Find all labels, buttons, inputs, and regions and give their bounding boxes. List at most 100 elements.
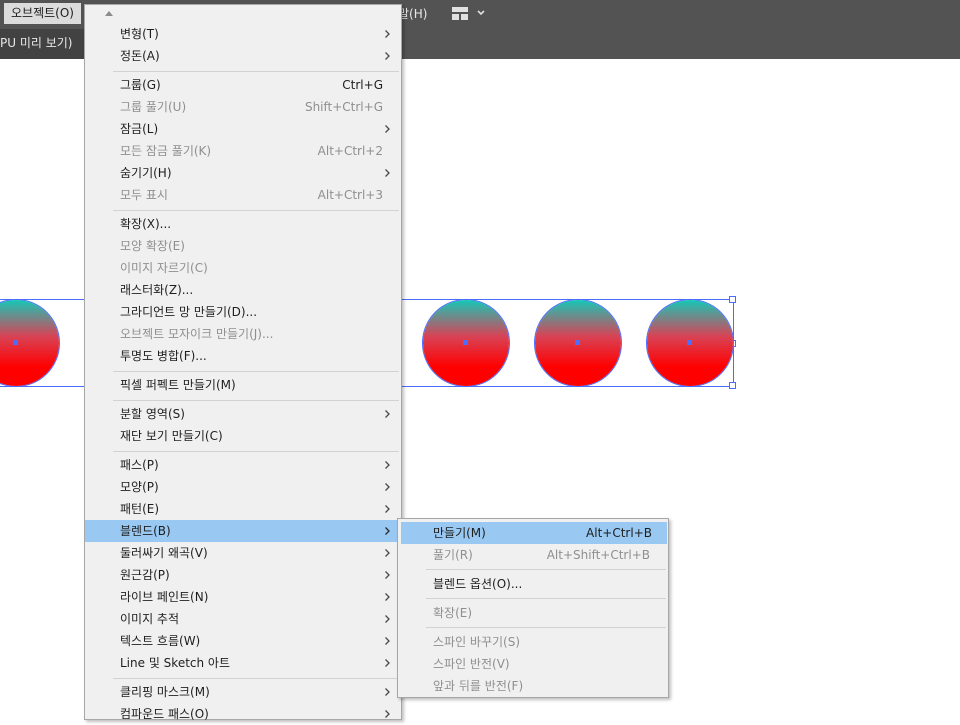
menu-item-label: 이미지 자르기(C) — [120, 261, 208, 275]
submenu-item-shortcut: Alt+Ctrl+B — [586, 526, 652, 540]
submenu-item-label: 스파인 바꾸기(S) — [433, 635, 521, 649]
menu-item-label: 모양 확장(E) — [120, 239, 185, 253]
menu-item[interactable]: 픽셀 퍼펙트 만들기(M) — [85, 374, 401, 396]
selection-handle-top-right[interactable] — [729, 296, 736, 303]
menu-item[interactable]: 원근감(P) — [85, 564, 401, 586]
chevron-right-icon — [385, 505, 390, 513]
submenu-item-shortcut: Alt+Shift+Ctrl+B — [546, 548, 650, 562]
menu-item[interactable]: 재단 보기 만들기(C) — [85, 425, 401, 447]
menu-item[interactable]: 래스터화(Z)... — [85, 279, 401, 301]
menu-help[interactable]: 말(H) — [398, 0, 427, 29]
menu-item[interactable]: 라이브 페인트(N) — [85, 586, 401, 608]
menu-item[interactable]: 패턴(E) — [85, 498, 401, 520]
submenu-separator — [426, 598, 666, 599]
workspace-switcher-button[interactable] — [450, 6, 490, 22]
chevron-down-icon — [477, 10, 485, 16]
menu-item-label: 변형(T) — [120, 27, 159, 41]
submenu-item[interactable]: 만들기(M) Alt+Ctrl+B — [401, 522, 667, 544]
circle-center-point — [687, 340, 692, 345]
chevron-right-icon — [385, 30, 390, 38]
chevron-right-icon — [385, 410, 390, 418]
menu-item-label: 라이브 페인트(N) — [120, 590, 209, 604]
menu-item-label: 오브젝트 모자이크 만들기(J)... — [120, 327, 274, 341]
document-tab[interactable]: PU 미리 보기) — [0, 29, 84, 59]
chevron-right-icon — [385, 593, 390, 601]
menu-item-label: 잠금(L) — [120, 122, 159, 136]
menu-item[interactable]: Line 및 Sketch 아트 — [85, 652, 401, 674]
menu-item-label: Line 및 Sketch 아트 — [120, 656, 231, 670]
menu-item-label: 래스터화(Z)... — [120, 283, 194, 297]
menu-object[interactable]: 오브젝트(O) — [4, 3, 81, 24]
submenu-item[interactable]: 풀기(R) Alt+Shift+Ctrl+B — [398, 544, 668, 566]
circle-center-point — [13, 340, 18, 345]
menu-item-label: 블렌드(B) — [120, 524, 171, 538]
menu-item[interactable]: 모두 표시 Alt+Ctrl+3 — [85, 184, 401, 206]
menu-item[interactable]: 블렌드(B) — [85, 520, 401, 542]
menu-item-label: 숨기기(H) — [120, 166, 172, 180]
chevron-right-icon — [385, 527, 390, 535]
menu-item-label: 컴파운드 패스(O) — [120, 707, 209, 721]
chevron-right-icon — [385, 659, 390, 667]
grid-layout-icon — [452, 7, 468, 20]
menu-item[interactable]: 분할 영역(S) — [85, 403, 401, 425]
submenu-item[interactable]: 확장(E) — [398, 602, 668, 624]
gradient-circle[interactable] — [647, 300, 733, 386]
menu-item[interactable]: 확장(X)... — [85, 213, 401, 235]
menu-item-label: 이미지 추적 — [120, 612, 180, 626]
menu-item[interactable]: 클리핑 마스크(M) — [85, 681, 401, 703]
menu-item-label: 그룹 풀기(U) — [120, 100, 187, 114]
menu-item-label: 확장(X)... — [120, 217, 172, 231]
selection-handle-bottom-right[interactable] — [729, 382, 736, 389]
menu-item[interactable]: 투명도 병합(F)... — [85, 345, 401, 367]
menu-item[interactable]: 모양(P) — [85, 476, 401, 498]
menu-item[interactable]: 그룹(G) Ctrl+G — [85, 74, 401, 96]
submenu-item[interactable]: 스파인 반전(V) — [398, 653, 668, 675]
menu-item[interactable]: 모양 확장(E) — [85, 235, 401, 257]
menu-item[interactable]: 정돈(A) — [85, 45, 401, 67]
menu-item[interactable]: 잠금(L) — [85, 118, 401, 140]
submenu-item[interactable]: 블렌드 옵션(O)... — [398, 573, 668, 595]
menu-item-label: 분할 영역(S) — [120, 407, 185, 421]
menu-item-shortcut: Alt+Ctrl+2 — [317, 144, 383, 158]
submenu-item-label: 스파인 반전(V) — [433, 657, 510, 671]
chevron-right-icon — [385, 461, 390, 469]
menu-item-label: 텍스트 흐름(W) — [120, 634, 201, 648]
submenu-item-label: 앞과 뒤를 반전(F) — [433, 679, 524, 693]
submenu-item-label: 블렌드 옵션(O)... — [433, 577, 523, 591]
chevron-right-icon — [385, 615, 390, 623]
scroll-up-arrow-icon[interactable] — [105, 11, 113, 16]
object-menu-dropdown: 변형(T) 정돈(A) 그룹(G) Ctrl+G 그룹 풀기(U) Shift+Ctrl+… — [84, 4, 402, 721]
menu-separator — [113, 400, 399, 401]
circle-center-point — [575, 340, 580, 345]
submenu-item[interactable]: 앞과 뒤를 반전(F) — [398, 675, 668, 697]
gradient-circle[interactable] — [535, 300, 621, 386]
menu-item-label: 그룹(G) — [120, 78, 161, 92]
menu-item[interactable]: 패스(P) — [85, 454, 401, 476]
chevron-right-icon — [385, 637, 390, 645]
menu-item-label: 픽셀 퍼펙트 만들기(M) — [120, 378, 236, 392]
menu-item[interactable]: 오브젝트 모자이크 만들기(J)... — [85, 323, 401, 345]
menu-separator — [113, 451, 399, 452]
blend-submenu: 만들기(M) Alt+Ctrl+B 풀기(R) Alt+Shift+Ctrl+B 블렌드… — [397, 518, 669, 698]
menu-item[interactable]: 둘러싸기 왜곡(V) — [85, 542, 401, 564]
menu-item[interactable]: 그룹 풀기(U) Shift+Ctrl+G — [85, 96, 401, 118]
gradient-circle[interactable] — [423, 300, 509, 386]
menu-item[interactable]: 모든 잠금 풀기(K) Alt+Ctrl+2 — [85, 140, 401, 162]
menu-item[interactable]: 그라디언트 망 만들기(D)... — [85, 301, 401, 323]
menu-item[interactable]: 텍스트 흐름(W) — [85, 630, 401, 652]
menu-item[interactable]: 변형(T) — [85, 23, 401, 45]
menu-separator — [113, 371, 399, 372]
menu-item-label: 모양(P) — [120, 480, 159, 494]
chevron-right-icon — [385, 483, 390, 491]
menu-item[interactable]: 이미지 자르기(C) — [85, 257, 401, 279]
menu-item[interactable]: 컴파운드 패스(O) — [85, 703, 401, 725]
chevron-right-icon — [385, 125, 390, 133]
chevron-right-icon — [385, 169, 390, 177]
menu-separator — [113, 210, 399, 211]
submenu-item[interactable]: 스파인 바꾸기(S) — [398, 631, 668, 653]
submenu-item-label: 풀기(R) — [433, 548, 473, 562]
menu-item[interactable]: 숨기기(H) — [85, 162, 401, 184]
chevron-right-icon — [385, 710, 390, 718]
chevron-right-icon — [385, 571, 390, 579]
menu-item[interactable]: 이미지 추적 — [85, 608, 401, 630]
